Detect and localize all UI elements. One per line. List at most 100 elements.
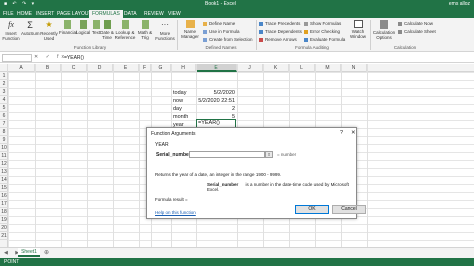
- name-box[interactable]: [2, 54, 32, 62]
- formula-auditing-group-label: Formula Auditing: [295, 45, 329, 50]
- help-icon[interactable]: ?: [340, 130, 343, 136]
- tab-data[interactable]: DATA: [121, 10, 140, 18]
- tab-review[interactable]: REVIEW: [141, 10, 167, 18]
- cell-value-day[interactable]: 2: [197, 105, 235, 113]
- row-header[interactable]: 5: [0, 104, 8, 112]
- financial-button[interactable]: Financial: [59, 20, 77, 35]
- eraser-icon: [259, 37, 263, 42]
- row-header[interactable]: 15: [0, 184, 8, 192]
- evaluate-icon: [304, 37, 308, 42]
- row-header[interactable]: 18: [0, 208, 8, 216]
- error-checking-button[interactable]: Error Checking: [304, 29, 340, 34]
- math-trig-button[interactable]: Math & Trig: [136, 20, 154, 40]
- watch-window-button[interactable]: Watch Window: [348, 20, 368, 39]
- row-header[interactable]: 1: [0, 72, 8, 80]
- calculation-options-button[interactable]: Calculation Options: [372, 20, 396, 40]
- title-bar: ■ ↶ ↷ ▾ Book1 - Excel ems alloz: [0, 0, 474, 8]
- calculate-now-button[interactable]: Calculate Now: [398, 21, 433, 26]
- lookup-reference-button[interactable]: Lookup & Reference: [114, 20, 136, 40]
- select-all-corner[interactable]: [0, 64, 8, 72]
- row-header[interactable]: 8: [0, 128, 8, 136]
- cell-value-today[interactable]: 5/2/2020: [197, 89, 235, 97]
- create-from-selection-button[interactable]: Create from Selection: [203, 37, 253, 42]
- tag-icon: [203, 21, 207, 26]
- tab-home[interactable]: HOME: [14, 10, 35, 18]
- autosum-button[interactable]: Σ AutoSum: [21, 20, 40, 36]
- column-header[interactable]: H: [171, 64, 196, 72]
- formula-input[interactable]: =YEAR(): [62, 54, 470, 62]
- cell-label-month[interactable]: month: [173, 113, 188, 121]
- column-header[interactable]: F: [139, 64, 151, 72]
- trace-precedents-button[interactable]: Trace Precedents: [259, 21, 300, 26]
- column-header[interactable]: K: [263, 64, 289, 72]
- row-header[interactable]: 9: [0, 136, 8, 144]
- column-header[interactable]: B: [35, 64, 61, 72]
- row-header[interactable]: 19: [0, 216, 8, 224]
- grid-line: [367, 64, 368, 247]
- row-header[interactable]: 21: [0, 232, 8, 240]
- row-header[interactable]: 20: [0, 224, 8, 232]
- cancel-button[interactable]: Cancel: [332, 205, 366, 214]
- remove-arrows-button[interactable]: Remove Arrows: [259, 37, 297, 42]
- row-header[interactable]: 17: [0, 200, 8, 208]
- ok-button[interactable]: OK: [295, 205, 329, 214]
- column-header[interactable]: G: [151, 64, 171, 72]
- row-header[interactable]: 10: [0, 144, 8, 152]
- book-icon: [121, 20, 129, 29]
- column-header-selected[interactable]: E: [196, 64, 237, 72]
- column-header[interactable]: D: [87, 64, 113, 72]
- row-header[interactable]: 13: [0, 168, 8, 176]
- math-trig-label: Math & Trig: [137, 30, 153, 40]
- column-header[interactable]: C: [61, 64, 87, 72]
- row-header[interactable]: 4: [0, 96, 8, 104]
- sheet-tab-active[interactable]: Sheet1: [18, 248, 40, 257]
- row-header[interactable]: 3: [0, 88, 8, 96]
- insert-function-button[interactable]: fx Insert Function: [2, 20, 20, 41]
- cell-label-today[interactable]: today: [173, 89, 186, 97]
- help-on-function-link[interactable]: Help on this function: [155, 210, 196, 215]
- trace-precedents-label: Trace Precedents: [265, 21, 301, 26]
- logical-button[interactable]: Logical: [76, 20, 90, 35]
- serial-number-input[interactable]: [189, 151, 265, 158]
- row-header[interactable]: 7: [0, 120, 8, 128]
- column-header[interactable]: J: [237, 64, 263, 72]
- cell-label-now[interactable]: now: [173, 97, 183, 105]
- row-header[interactable]: 6: [0, 112, 8, 120]
- column-header[interactable]: M: [315, 64, 341, 72]
- calendar-icon: [103, 20, 111, 29]
- evaluate-formula-button[interactable]: Evaluate Formula: [304, 37, 345, 42]
- row-header[interactable]: 12: [0, 160, 8, 168]
- column-header[interactable]: L: [289, 64, 315, 72]
- tab-formulas[interactable]: FORMULAS: [89, 10, 123, 18]
- show-formulas-button[interactable]: Show Formulas: [304, 21, 341, 26]
- column-header[interactable]: A: [8, 64, 35, 72]
- user-name[interactable]: ems alloz: [449, 1, 470, 7]
- date-time-button[interactable]: Date & Time: [100, 20, 114, 40]
- name-manager-button[interactable]: Name Manager: [180, 20, 200, 39]
- calculate-sheet-button[interactable]: Calculate Sheet: [398, 29, 436, 34]
- trace-dependents-button[interactable]: Trace Dependents: [259, 29, 302, 34]
- grid-line: [61, 64, 62, 247]
- row-header[interactable]: 11: [0, 152, 8, 160]
- column-header[interactable]: N: [341, 64, 367, 72]
- tab-view[interactable]: VIEW: [165, 10, 184, 18]
- close-icon[interactable]: ✕: [351, 130, 356, 136]
- formula-bar: ✕ ✓ fx =YEAR(): [0, 53, 474, 63]
- cell-value-now[interactable]: 5/2/2020 22:51: [190, 97, 235, 105]
- collapse-dialog-button[interactable]: ⇧: [265, 151, 273, 158]
- add-sheet-icon[interactable]: ⊕: [44, 249, 49, 256]
- function-library-group-label: Function Library: [73, 45, 107, 50]
- row-header[interactable]: 2: [0, 80, 8, 88]
- quick-access-toolbar[interactable]: ■ ↶ ↷ ▾: [4, 1, 36, 7]
- more-functions-button[interactable]: ··· More Functions: [155, 20, 175, 41]
- cell-label-day[interactable]: day: [173, 105, 182, 113]
- theta-icon: [141, 20, 149, 29]
- insert-function-label: Insert Function: [2, 31, 20, 41]
- row-header[interactable]: 14: [0, 176, 8, 184]
- define-name-button[interactable]: Define Name: [203, 21, 235, 26]
- row-header[interactable]: 16: [0, 192, 8, 200]
- column-header[interactable]: E: [113, 64, 139, 72]
- use-in-formula-button[interactable]: Use in Formula: [203, 29, 240, 34]
- recently-used-button[interactable]: ★ Recently Used: [40, 20, 58, 41]
- grid-icon: [203, 37, 207, 42]
